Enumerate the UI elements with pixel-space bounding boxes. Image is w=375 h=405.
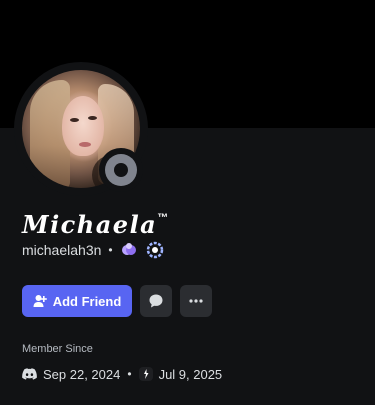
separator-dot: • xyxy=(127,367,132,381)
separator-dot: • xyxy=(108,243,113,257)
add-user-icon xyxy=(33,294,47,308)
discord-join-date: Sep 22, 2024 xyxy=(43,366,121,382)
ellipsis-icon xyxy=(188,293,204,309)
member-since-dates: Sep 22, 2024 • Jul 9, 2025 xyxy=(22,364,222,384)
add-friend-label: Add Friend xyxy=(52,293,122,309)
chat-bubble-icon xyxy=(148,293,164,309)
username-row: michaelah3n • xyxy=(22,240,172,260)
member-since-label: Member Since xyxy=(22,343,93,355)
offline-status-icon xyxy=(105,154,137,186)
nitro-boost-gem-icon[interactable] xyxy=(120,241,138,259)
message-button[interactable] xyxy=(140,285,172,317)
add-friend-button[interactable]: Add Friend xyxy=(22,285,132,317)
server-icon[interactable] xyxy=(138,367,153,381)
hypesquad-ring-icon[interactable] xyxy=(146,241,164,259)
server-join-date: Jul 9, 2025 xyxy=(158,366,223,382)
more-options-button[interactable] xyxy=(180,285,212,317)
trademark-mark: ™ xyxy=(157,212,169,224)
username: michaelah3n xyxy=(22,242,102,258)
discord-logo-icon xyxy=(22,368,37,380)
display-name: Michaela™ xyxy=(22,210,169,239)
